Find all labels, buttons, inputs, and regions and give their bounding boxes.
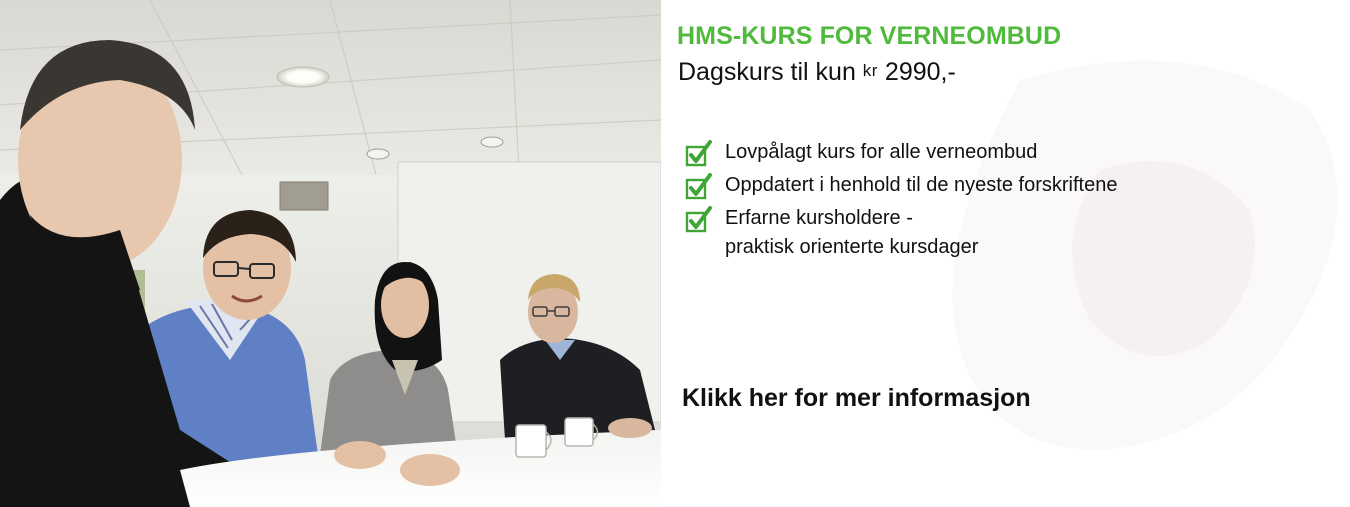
benefit-list: Lovpålagt kurs for alle verneombud Oppda…	[685, 138, 1117, 266]
checkbox-check-icon	[685, 173, 712, 200]
meeting-photo[interactable]	[0, 0, 661, 507]
course-ad-banner[interactable]: HMS-KURS FOR VERNEOMBUD Dagskurs til kun…	[0, 0, 1350, 507]
price-line-prefix: Dagskurs til kun	[678, 58, 863, 86]
benefit-text: Oppdatert i henhold til de nyeste forskr…	[725, 174, 1118, 196]
benefit-text-continued: praktisk orienterte kursdager	[725, 236, 979, 258]
more-info-link[interactable]: Klikk her for mer informasjon	[682, 384, 1031, 413]
benefit-item: Erfarne kursholdere - praktisk orientert…	[685, 204, 1117, 262]
currency-label: kr	[862, 61, 878, 80]
course-headline: HMS-KURS FOR VERNEOMBUD	[677, 22, 1062, 50]
checkbox-check-icon	[685, 140, 712, 167]
price-line: Dagskurs til kun kr 2990,-	[678, 58, 956, 87]
benefit-text: Lovpålagt kurs for alle verneombud	[725, 141, 1038, 163]
checkbox-check-icon	[685, 206, 712, 233]
price-value: 2990,-	[877, 58, 956, 86]
benefit-item: Oppdatert i henhold til de nyeste forskr…	[685, 171, 1117, 200]
info-panel: HMS-KURS FOR VERNEOMBUD Dagskurs til kun…	[661, 0, 1350, 507]
meeting-illustration	[0, 0, 661, 507]
benefit-text: Erfarne kursholdere -	[725, 207, 913, 229]
benefit-item: Lovpålagt kurs for alle verneombud	[685, 138, 1117, 167]
